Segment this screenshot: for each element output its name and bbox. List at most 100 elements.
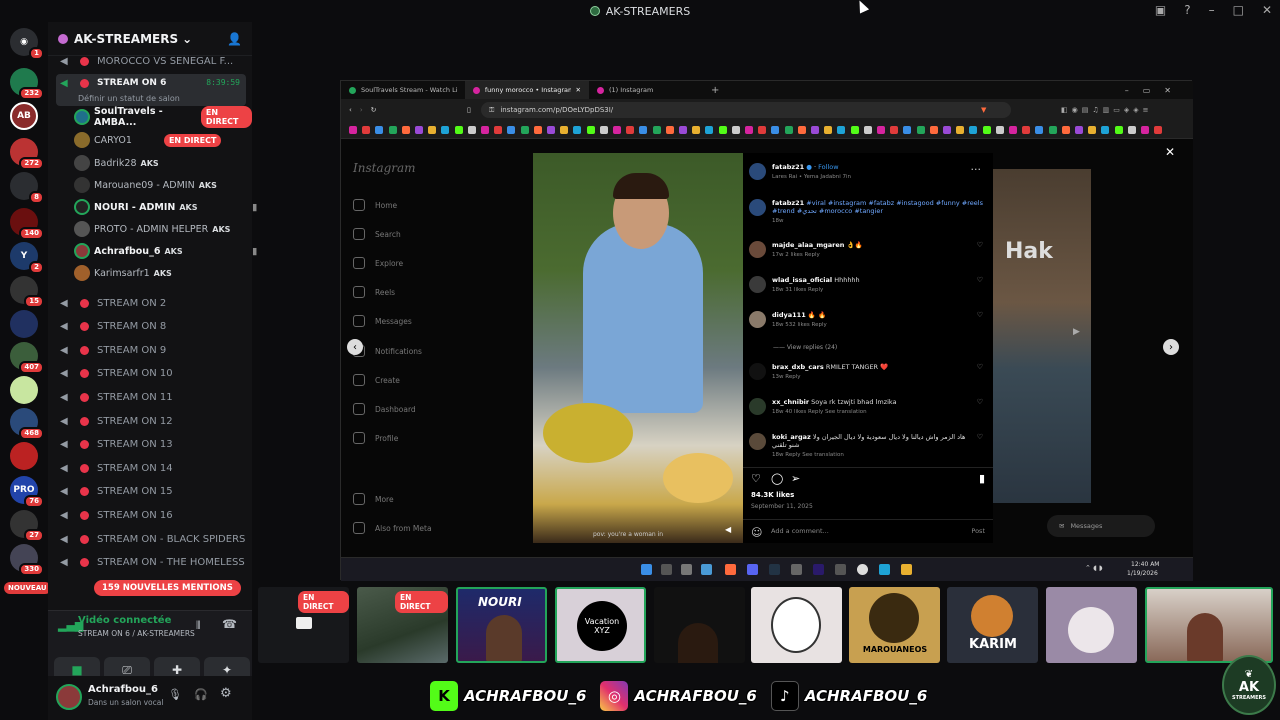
prev-arrow[interactable]: ‹ (347, 339, 363, 355)
channel-item[interactable]: ◀ STREAM ON 15 (56, 481, 246, 503)
comment-user[interactable]: wlad_issa_oficial (772, 276, 832, 284)
comment-user[interactable]: brax_dxb_cars (772, 363, 824, 371)
channel-item[interactable]: ◀ STREAM ON 13 (56, 434, 246, 456)
folder-icon[interactable] (901, 564, 912, 575)
more-options-icon[interactable]: ··· (971, 163, 982, 176)
browser-tab-active[interactable]: funny morocco • Instagram ✕ (465, 81, 589, 99)
server-icon[interactable]: AB (10, 102, 38, 130)
video-tile[interactable]: NOURI (456, 587, 547, 663)
comment-user[interactable]: majde_alaa_mgaren (772, 241, 844, 249)
bookmark-icon[interactable] (652, 126, 661, 134)
share-icon[interactable]: ➢ (791, 472, 800, 485)
server-icon[interactable]: 407 (10, 342, 44, 374)
reload-icon[interactable]: ↻ (371, 106, 377, 114)
bookmark-icon[interactable] (877, 126, 885, 134)
nav-item[interactable]: Notifications (353, 345, 422, 357)
bookmark-icon[interactable] (639, 126, 648, 134)
comment-input[interactable]: Add a comment... (771, 527, 829, 535)
bookmark-icon[interactable] (1048, 126, 1057, 134)
server-icon[interactable]: 468 (10, 408, 44, 440)
server-icon[interactable]: 272 (10, 138, 44, 170)
mentions-banner[interactable]: 159 NOUVELLES MENTIONS (94, 580, 241, 596)
steam-icon[interactable] (769, 564, 780, 575)
bookmark-icon[interactable] (1088, 126, 1097, 134)
like-comment-icon[interactable]: ♡ (977, 276, 983, 284)
audio-label[interactable]: Lares Rai • Yema Jadabni 7in (772, 173, 851, 181)
bookmark-icon[interactable] (784, 126, 793, 134)
bookmark-icon[interactable] (811, 126, 819, 134)
brave-shield-icon[interactable]: ▼ (981, 106, 986, 114)
like-comment-icon[interactable]: ♡ (977, 363, 983, 371)
voice-user[interactable]: Achrafbou_6 AKS ▮ (74, 240, 257, 262)
emoji-icon[interactable]: ☺ (751, 526, 762, 539)
nav-item[interactable]: Home (353, 199, 397, 211)
headphones-icon[interactable]: 🎧 (194, 688, 208, 701)
like-comment-icon[interactable]: ♡ (977, 433, 983, 441)
avatar[interactable] (749, 311, 766, 328)
comment-user[interactable]: xx_chnibir (772, 398, 809, 406)
app-icon[interactable] (791, 564, 802, 575)
nav-item[interactable]: Dashboard (353, 403, 416, 415)
browser-tab[interactable]: SoulTravels Stream - Watch Live on ! (341, 81, 465, 99)
like-comment-icon[interactable]: ♡ (977, 311, 983, 319)
channel-item[interactable]: ◀ STREAM ON 11 (56, 386, 246, 408)
nav-item[interactable]: Profile (353, 432, 398, 444)
bookmark-icon[interactable]: ▯ (467, 106, 471, 114)
channel-item[interactable]: ◀ STREAM ON 16 (56, 504, 246, 526)
bookmark-icon[interactable] (982, 126, 991, 134)
video-tile[interactable]: MAROUANEOS (849, 587, 940, 663)
bookmark-icon[interactable] (692, 126, 701, 134)
voice-user[interactable]: NOURI - ADMIN AKS ▮ (74, 196, 257, 218)
messages-pill[interactable]: ✉ Messages (1047, 515, 1155, 537)
channel-item[interactable]: ◀ STREAM ON 2 (56, 292, 246, 314)
like-icon[interactable]: ♡ (751, 472, 761, 485)
bookmark-icon[interactable] (1154, 126, 1163, 134)
widgets-icon[interactable] (701, 564, 712, 575)
video-tile[interactable] (1145, 587, 1273, 663)
video-tile[interactable]: Vacation XYZ (555, 587, 646, 663)
bookmark-icon[interactable] (454, 126, 463, 134)
bookmark-icon[interactable] (362, 126, 371, 134)
bookmark-icon[interactable] (481, 126, 489, 134)
server-icon[interactable]: 15 (10, 276, 44, 308)
bookmark-icon[interactable] (956, 126, 965, 134)
next-post-preview[interactable]: Hak ▶ (993, 169, 1091, 503)
voice-user[interactable]: PROTO - ADMIN HELPER AKS (74, 218, 230, 240)
save-icon[interactable]: ▮ (979, 472, 985, 485)
bookmark-icon[interactable] (428, 126, 437, 134)
video-tile[interactable]: EN DIRECT (258, 587, 349, 663)
minimize-button[interactable]: – (1209, 3, 1215, 17)
comment-user[interactable]: didya111 (772, 311, 806, 319)
bookmark-icon[interactable] (995, 126, 1004, 134)
bookmark-icon[interactable] (441, 126, 450, 134)
bookmark-icon[interactable] (560, 126, 569, 134)
channel-item[interactable]: ◀ STREAM ON 8 (56, 316, 246, 338)
bookmark-icon[interactable] (943, 126, 951, 134)
help-icon[interactable]: ? (1184, 3, 1190, 17)
bookmark-icon[interactable] (388, 126, 397, 134)
bookmark-icon[interactable] (1114, 126, 1123, 134)
bookmark-icon[interactable] (1141, 126, 1149, 134)
server-folder[interactable]: 8 (10, 172, 44, 204)
brave-icon[interactable] (725, 564, 736, 575)
bookmark-icon[interactable] (626, 126, 635, 134)
bookmark-icon[interactable] (665, 126, 674, 134)
bookmark-icon[interactable] (1022, 126, 1031, 134)
avatar[interactable] (56, 684, 82, 710)
bookmark-icon[interactable] (916, 126, 925, 134)
nav-item[interactable]: More (353, 493, 394, 505)
add-member-icon[interactable]: 👤 (227, 32, 242, 46)
bookmark-icon[interactable] (837, 126, 846, 134)
avatar[interactable] (749, 163, 766, 180)
bookmark-icon[interactable] (547, 126, 555, 134)
bookmark-icon[interactable] (718, 126, 727, 134)
close-post-icon[interactable]: ✕ (1165, 145, 1175, 159)
disconnect-icon[interactable]: ☎ (222, 617, 237, 631)
comment-icon[interactable]: ◯ (771, 472, 783, 485)
bookmark-icon[interactable] (850, 126, 859, 134)
next-arrow[interactable]: › (1163, 339, 1179, 355)
server-icon[interactable]: 140 (10, 208, 44, 240)
bookmark-icon[interactable] (507, 126, 516, 134)
server-icon[interactable] (10, 442, 38, 470)
bookmark-icon[interactable] (745, 126, 753, 134)
